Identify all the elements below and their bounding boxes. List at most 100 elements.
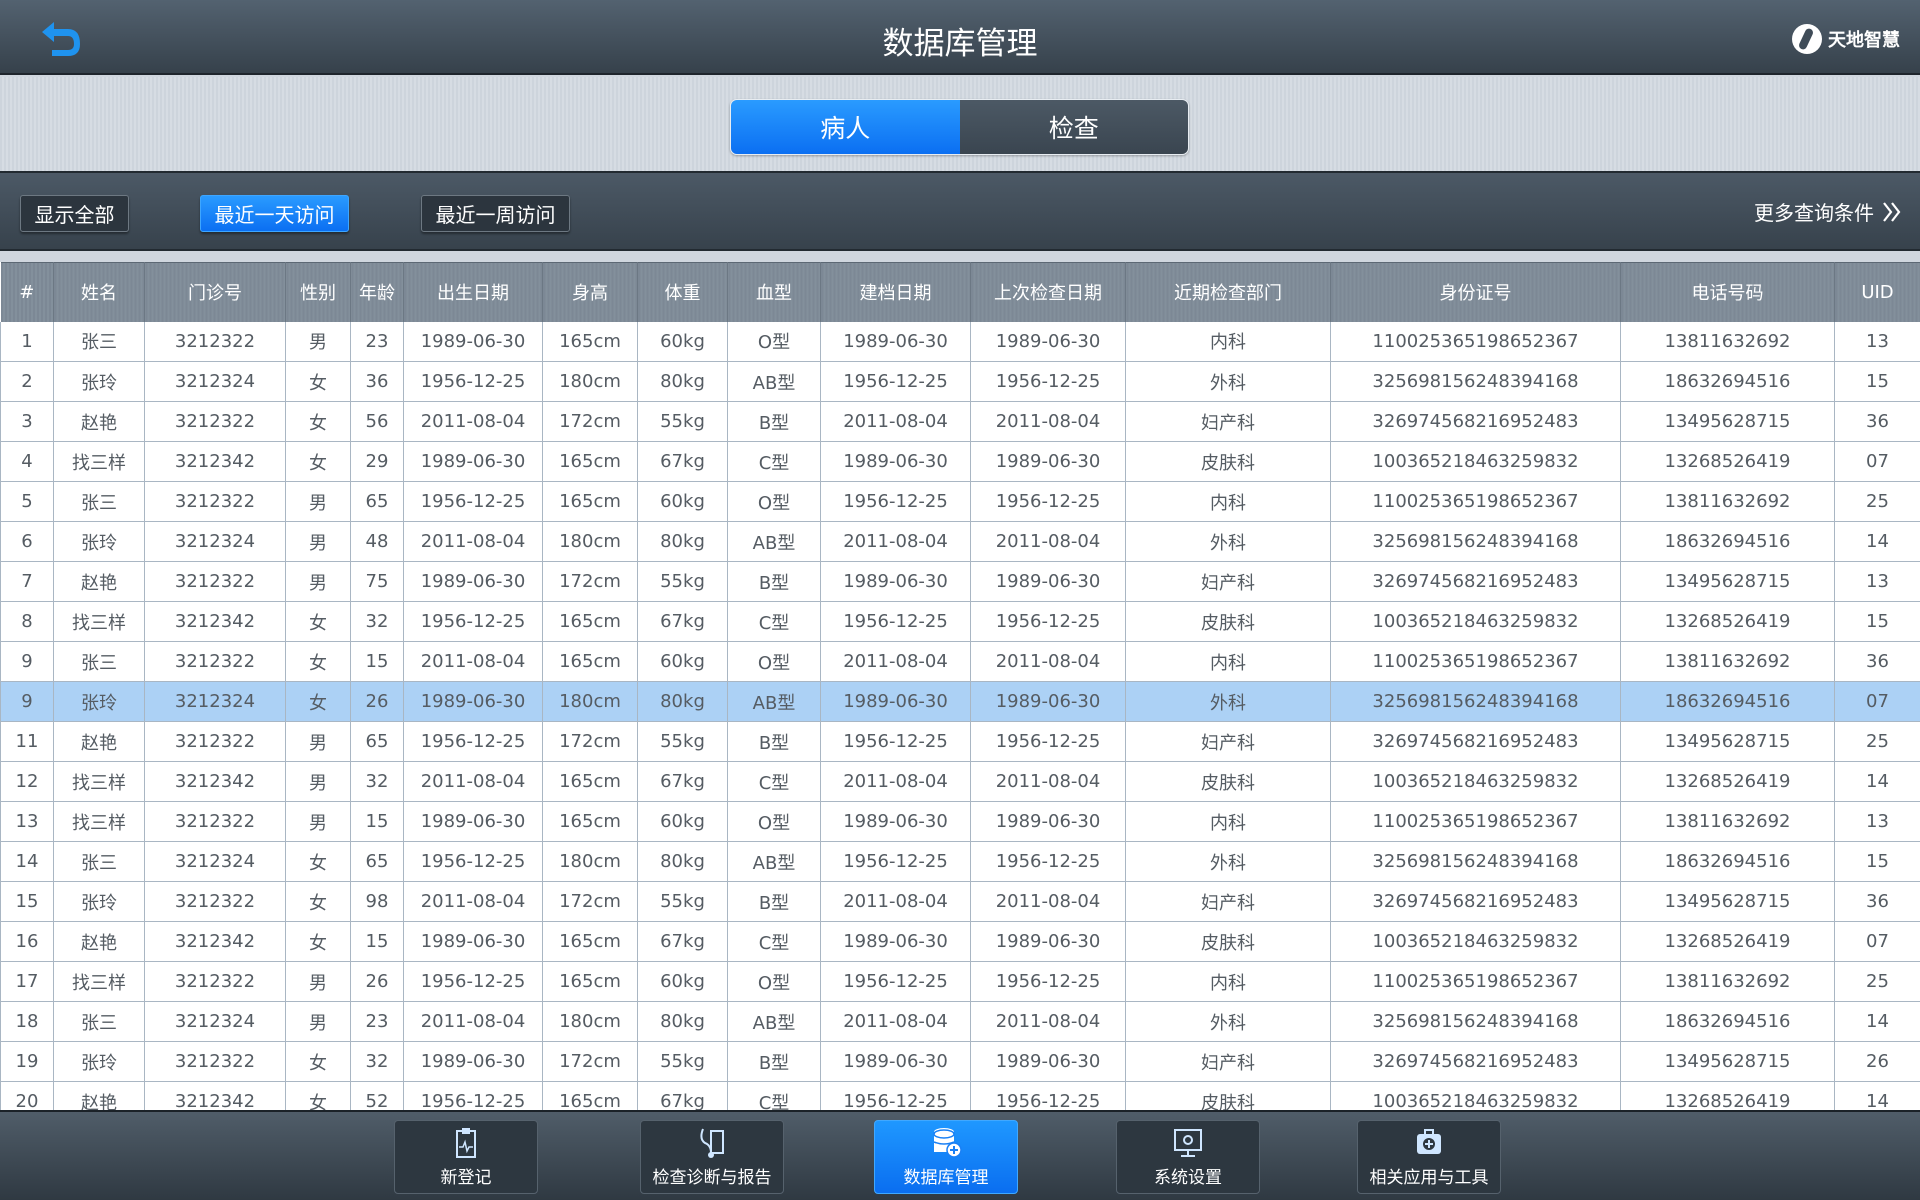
table-cell: 3212324 [144, 521, 286, 562]
table-cell: 外科 [1125, 1001, 1331, 1042]
database-management-button[interactable]: 数据库管理 [874, 1120, 1018, 1194]
table-cell: 2011-08-04 [970, 761, 1126, 802]
table-cell: 172cm [542, 881, 638, 922]
column-header[interactable]: 身高 [542, 262, 638, 322]
table-row[interactable]: 19 张玲 3212322 女 32 1989-06-30 172cm 55kg B型 1989-… [0, 1041, 1920, 1082]
table-row[interactable]: 9 张三 3212322 女 15 2011-08-04 165cm 60kg O型 2011-0… [0, 641, 1920, 682]
nav-label: 新登记 [440, 1168, 492, 1188]
exam-report-button[interactable]: 检查诊断与报告 [640, 1120, 784, 1194]
table-cell: 13811632692 [1620, 801, 1835, 842]
column-header[interactable]: 建档日期 [820, 262, 971, 322]
table-cell: 36 [1834, 401, 1920, 442]
brand-logo: 天地智慧 [1792, 24, 1900, 54]
table-cell: B型 [727, 721, 821, 762]
show-all-button[interactable]: 显示全部 [20, 195, 129, 232]
table-row[interactable]: 3 赵艳 3212322 女 56 2011-08-04 172cm 55kg B型 2011-0… [0, 401, 1920, 442]
column-header[interactable]: 出生日期 [403, 262, 543, 322]
table-row[interactable]: 15 张玲 3212322 女 98 2011-08-04 172cm 55kg B型 2011-… [0, 881, 1920, 922]
table-row[interactable]: 16 赵艳 3212342 女 15 1989-06-30 165cm 67kg C型 1989-… [0, 921, 1920, 962]
table-cell: B型 [727, 881, 821, 922]
more-conditions-label: 更多查询条件 [1754, 201, 1874, 225]
table-row[interactable]: 12 找三样 3212342 男 32 2011-08-04 165cm 67kg C型 2011… [0, 761, 1920, 802]
apps-tools-button[interactable]: 相关应用与工具 [1357, 1120, 1501, 1194]
column-header[interactable]: 血型 [727, 262, 821, 322]
table-row[interactable]: 1 张三 3212322 男 23 1989-06-30 165cm 60kg O型 1989-0… [0, 321, 1920, 362]
table-row[interactable]: 18 张三 3212324 男 23 2011-08-04 180cm 80kg AB型 2011… [0, 1001, 1920, 1042]
column-header[interactable]: UID [1834, 262, 1920, 322]
table-row[interactable]: 13 找三样 3212322 男 15 1989-06-30 165cm 60kg O型 1989… [0, 801, 1920, 842]
last-week-button[interactable]: 最近一周访问 [421, 195, 570, 232]
table-cell: 60kg [637, 481, 728, 522]
table-row[interactable]: 14 张三 3212324 女 65 1956-12-25 180cm 80kg AB型 1956… [0, 841, 1920, 882]
tab-exams[interactable]: 检查 [959, 100, 1188, 154]
column-header[interactable]: 性别 [285, 262, 351, 322]
table-cell: C型 [727, 921, 821, 962]
table-row[interactable]: 7 赵艳 3212322 男 75 1989-06-30 172cm 55kg B型 1989-0… [0, 561, 1920, 602]
table-cell: 1989-06-30 [970, 561, 1126, 602]
table-cell: 1956-12-25 [820, 841, 971, 882]
table-cell: 3212322 [144, 561, 286, 602]
table-cell: 3212322 [144, 961, 286, 1002]
table-cell: 13811632692 [1620, 481, 1835, 522]
new-registration-button[interactable]: 新登记 [394, 1120, 538, 1194]
table-row[interactable]: 20 赵艳 3212342 女 52 1956-12-25 165cm 67kg C型 1956-… [0, 1081, 1920, 1110]
table-cell: 110025365198652367 [1330, 961, 1621, 1002]
table-cell: 女 [285, 401, 351, 442]
table-cell: 男 [285, 961, 351, 1002]
table-cell: 326974568216952483 [1330, 721, 1621, 762]
table-cell: 内科 [1125, 321, 1331, 362]
table-row[interactable]: 17 找三样 3212322 男 26 1956-12-25 165cm 60kg O型 1956… [0, 961, 1920, 1002]
table-cell: 26 [350, 681, 404, 722]
table-cell: 2011-08-04 [403, 761, 543, 802]
last-day-button[interactable]: 最近一天访问 [200, 195, 349, 232]
tab-patients[interactable]: 病人 [731, 100, 960, 154]
table-cell: 172cm [542, 721, 638, 762]
table-row[interactable]: 11 赵艳 3212322 男 65 1956-12-25 172cm 55kg B型 1956-… [0, 721, 1920, 762]
table-cell: 张玲 [53, 361, 145, 402]
column-header[interactable]: 姓名 [53, 262, 145, 322]
column-header[interactable]: 年龄 [350, 262, 404, 322]
table-cell: 赵艳 [53, 561, 145, 602]
table-cell: 皮肤科 [1125, 441, 1331, 482]
table-cell: 赵艳 [53, 1081, 145, 1110]
table-cell: 55kg [637, 401, 728, 442]
table-cell: 67kg [637, 921, 728, 962]
table-cell: 找三样 [53, 601, 145, 642]
column-header[interactable]: 电话号码 [1620, 262, 1835, 322]
table-cell: 2011-08-04 [820, 881, 971, 922]
table-row[interactable]: 5 张三 3212322 男 65 1956-12-25 165cm 60kg O型 1956-1… [0, 481, 1920, 522]
table-cell: 13 [1834, 801, 1920, 842]
table-row[interactable]: 6 张玲 3212324 男 48 2011-08-04 180cm 80kg AB型 2011-… [0, 521, 1920, 562]
column-header[interactable]: 体重 [637, 262, 728, 322]
table-cell: 男 [285, 321, 351, 362]
table-cell: 外科 [1125, 681, 1331, 722]
table-cell: 165cm [542, 1081, 638, 1110]
table-row[interactable]: 4 找三样 3212342 女 29 1989-06-30 165cm 67kg C型 1989-… [0, 441, 1920, 482]
table-cell: 1956-12-25 [820, 721, 971, 762]
table-cell: 女 [285, 601, 351, 642]
table-row[interactable]: 9 张玲 3212324 女 26 1989-06-30 180cm 80kg AB型 1989-… [0, 681, 1920, 722]
column-header[interactable]: # [0, 262, 54, 322]
table-cell: 26 [350, 961, 404, 1002]
column-header[interactable]: 近期检查部门 [1125, 262, 1331, 322]
table-cell: 326974568216952483 [1330, 401, 1621, 442]
table-cell: 9 [0, 681, 54, 722]
table-cell: 18632694516 [1620, 681, 1835, 722]
column-header[interactable]: 身份证号 [1330, 262, 1621, 322]
table-row[interactable]: 2 张玲 3212324 女 36 1956-12-25 180cm 80kg AB型 1956-… [0, 361, 1920, 402]
column-header[interactable]: 门诊号 [144, 262, 286, 322]
system-settings-button[interactable]: 系统设置 [1116, 1120, 1260, 1194]
table-cell: 55kg [637, 881, 728, 922]
table-cell: 3212322 [144, 1041, 286, 1082]
table-cell: O型 [727, 961, 821, 1002]
table-cell: 皮肤科 [1125, 1081, 1331, 1110]
table-cell: 1989-06-30 [820, 561, 971, 602]
column-header[interactable]: 上次检查日期 [970, 262, 1126, 322]
table-cell: 2011-08-04 [403, 1001, 543, 1042]
table-cell: 12 [0, 761, 54, 802]
more-conditions-button[interactable]: 更多查询条件 [1754, 197, 1902, 226]
table-cell: 1956-12-25 [820, 961, 971, 1002]
table-row[interactable]: 8 找三样 3212342 女 32 1956-12-25 165cm 67kg C型 1956-… [0, 601, 1920, 642]
nav-label: 数据库管理 [903, 1168, 989, 1188]
database-add-icon [933, 1128, 962, 1158]
